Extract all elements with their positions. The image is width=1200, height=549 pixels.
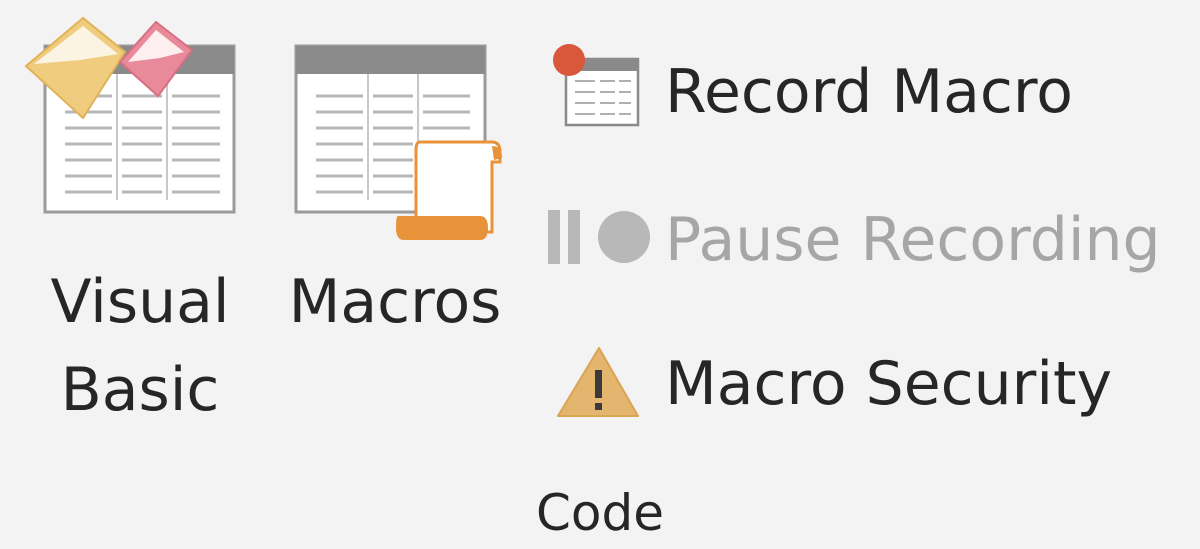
pause-recording-button[interactable]: Pause Recording bbox=[545, 190, 1185, 290]
pause-recording-label: Pause Recording bbox=[665, 205, 1161, 275]
code-ribbon-group: Visual Basic Macros Record Macro Pause R… bbox=[0, 0, 1200, 549]
macros-label: Macros bbox=[288, 267, 502, 337]
visual-basic-label: Visual Basic bbox=[50, 267, 230, 425]
macros-icon bbox=[294, 44, 502, 240]
warning-icon bbox=[557, 347, 639, 417]
visual-basic-button[interactable]: Visual Basic bbox=[20, 0, 260, 440]
ribbon-group-label: Code bbox=[0, 480, 1200, 546]
macros-button[interactable]: Macros bbox=[280, 0, 510, 440]
macro-security-button[interactable]: Macro Security bbox=[545, 334, 1185, 434]
record-macro-label: Record Macro bbox=[665, 57, 1073, 127]
group-label-text: Code bbox=[535, 484, 664, 542]
record-macro-button[interactable]: Record Macro bbox=[545, 42, 1185, 142]
pause-recording-icon bbox=[548, 210, 650, 264]
visual-basic-icon bbox=[24, 16, 236, 214]
record-macro-icon bbox=[553, 44, 640, 127]
macro-security-label: Macro Security bbox=[665, 349, 1113, 419]
